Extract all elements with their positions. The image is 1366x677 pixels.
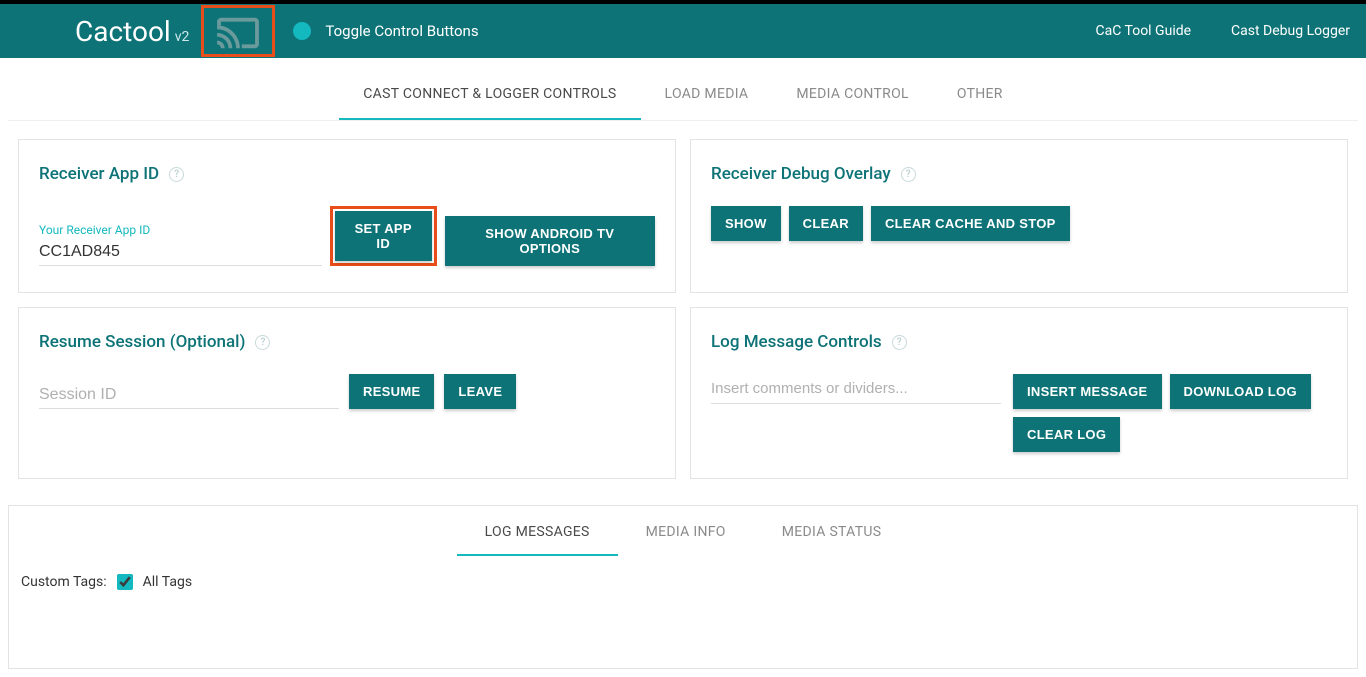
receiver-debug-overlay-title: Receiver Debug Overlay ?	[711, 164, 1327, 184]
receiver-app-id-title: Receiver App ID ?	[39, 164, 655, 184]
receiver-app-id-input[interactable]	[39, 239, 322, 266]
toggle-control-buttons[interactable]: Toggle Control Buttons	[293, 22, 478, 40]
receiver-app-id-title-text: Receiver App ID	[39, 164, 159, 184]
help-icon[interactable]: ?	[901, 167, 916, 182]
cast-icon-highlight	[201, 5, 275, 57]
app-version: v2	[175, 29, 190, 45]
debug-show-button[interactable]: SHOW	[711, 206, 781, 241]
receiver-app-id-input-group: Your Receiver App ID	[39, 223, 322, 266]
debug-clear-cache-button[interactable]: CLEAR CACHE AND STOP	[871, 206, 1070, 241]
resume-session-title-text: Resume Session (Optional)	[39, 332, 245, 352]
set-app-id-button[interactable]: SET APP ID	[335, 211, 432, 261]
set-app-id-highlight: SET APP ID	[330, 206, 437, 266]
receiver-debug-overlay-card: Receiver Debug Overlay ? SHOW CLEAR CLEA…	[690, 139, 1348, 293]
tab-media-status[interactable]: MEDIA STATUS	[754, 524, 910, 556]
tab-media-control[interactable]: MEDIA CONTROL	[772, 86, 933, 120]
cast-debug-logger-link[interactable]: Cast Debug Logger	[1231, 23, 1350, 39]
toggle-label: Toggle Control Buttons	[325, 22, 478, 40]
receiver-app-id-card: Receiver App ID ? Your Receiver App ID S…	[18, 139, 676, 293]
all-tags-checkbox[interactable]	[117, 574, 133, 590]
help-icon[interactable]: ?	[169, 167, 184, 182]
tab-media-info[interactable]: MEDIA INFO	[618, 524, 754, 556]
all-tags-label: All Tags	[143, 574, 192, 590]
toggle-switch-icon[interactable]	[293, 22, 311, 40]
custom-tags-label: Custom Tags:	[21, 574, 107, 590]
log-comment-input[interactable]	[711, 374, 1001, 404]
custom-tags-row: Custom Tags: All Tags	[9, 556, 1357, 608]
app-name: Cactool	[75, 15, 171, 48]
log-message-controls-title-text: Log Message Controls	[711, 332, 882, 352]
receiver-app-id-label: Your Receiver App ID	[39, 223, 322, 237]
tab-load-media[interactable]: LOAD MEDIA	[641, 86, 773, 120]
log-message-controls-card: Log Message Controls ? INSERT MESSAGE DO…	[690, 307, 1348, 479]
cast-icon[interactable]	[214, 14, 262, 52]
leave-button[interactable]: LEAVE	[444, 374, 516, 409]
clear-log-button[interactable]: CLEAR LOG	[1013, 417, 1120, 452]
panels-grid: Receiver App ID ? Your Receiver App ID S…	[8, 121, 1358, 489]
log-messages-panel: LOG MESSAGES MEDIA INFO MEDIA STATUS Cus…	[8, 505, 1358, 669]
help-icon[interactable]: ?	[255, 335, 270, 350]
resume-session-title: Resume Session (Optional) ?	[39, 332, 655, 352]
log-message-controls-title: Log Message Controls ?	[711, 332, 1327, 352]
tab-other[interactable]: OTHER	[933, 86, 1027, 120]
help-icon[interactable]: ?	[892, 335, 907, 350]
resume-session-card: Resume Session (Optional) ? RESUME LEAVE	[18, 307, 676, 479]
main-page: CAST CONNECT & LOGGER CONTROLS LOAD MEDI…	[0, 58, 1366, 497]
app-title: Cactool v2	[0, 15, 189, 48]
show-android-tv-button[interactable]: SHOW ANDROID TV OPTIONS	[445, 216, 655, 266]
resume-button[interactable]: RESUME	[349, 374, 434, 409]
debug-clear-button[interactable]: CLEAR	[789, 206, 863, 241]
tab-log-messages[interactable]: LOG MESSAGES	[457, 524, 618, 556]
app-header: Cactool v2 Toggle Control Buttons CaC To…	[0, 4, 1366, 58]
download-log-button[interactable]: DOWNLOAD LOG	[1170, 374, 1311, 409]
session-id-input[interactable]	[39, 382, 339, 409]
insert-message-button[interactable]: INSERT MESSAGE	[1013, 374, 1162, 409]
cac-tool-guide-link[interactable]: CaC Tool Guide	[1096, 23, 1192, 39]
main-tabs: CAST CONNECT & LOGGER CONTROLS LOAD MEDI…	[8, 66, 1358, 121]
receiver-debug-overlay-title-text: Receiver Debug Overlay	[711, 164, 891, 184]
tab-cast-connect[interactable]: CAST CONNECT & LOGGER CONTROLS	[339, 86, 640, 120]
bottom-tabs: LOG MESSAGES MEDIA INFO MEDIA STATUS	[9, 506, 1357, 556]
